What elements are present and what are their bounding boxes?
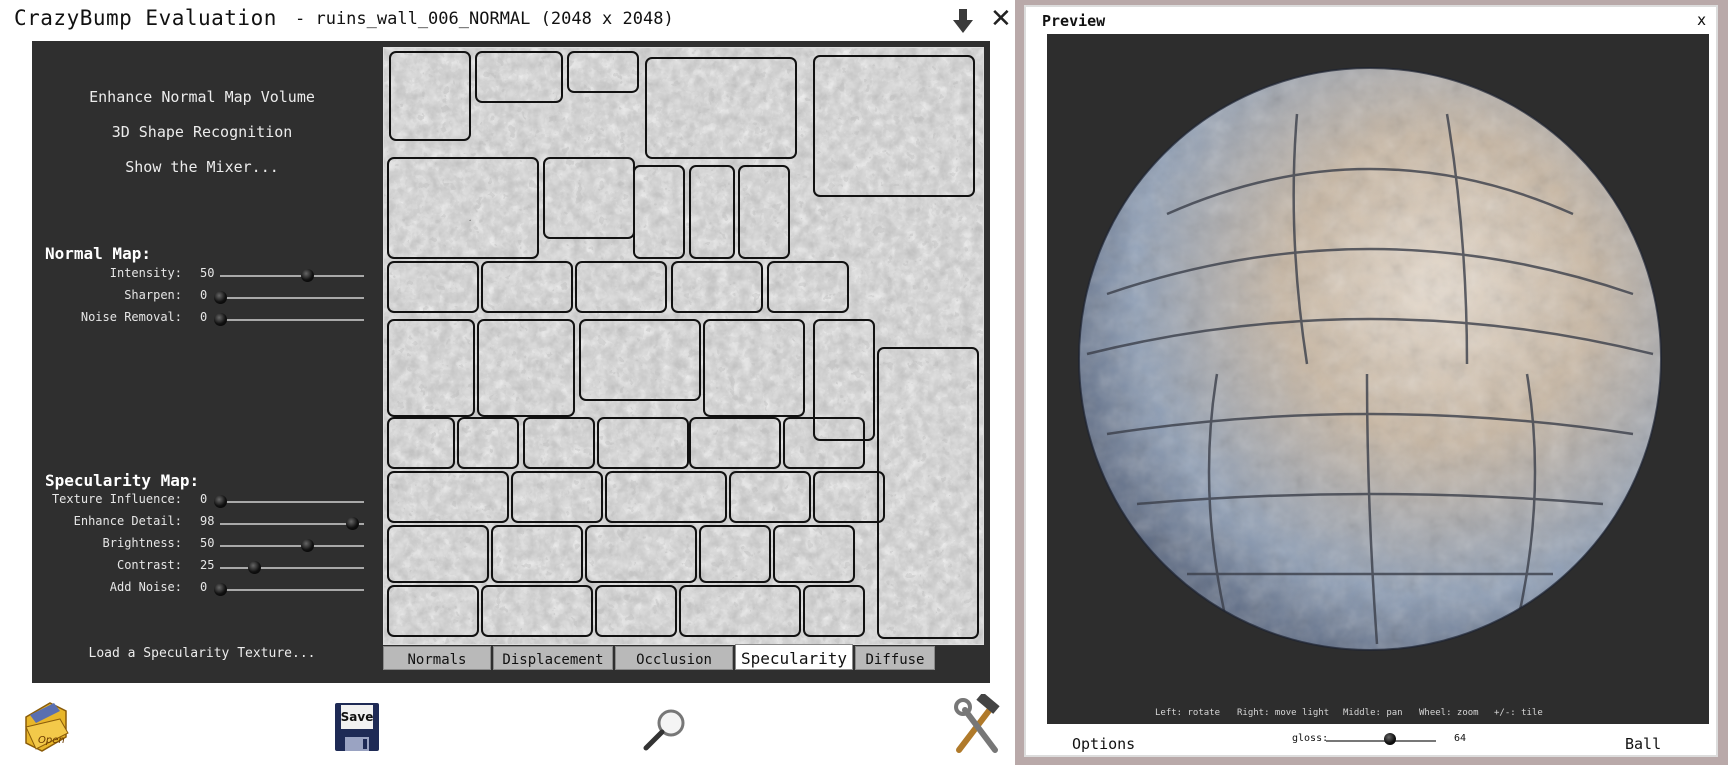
gloss-label: gloss:	[1292, 733, 1329, 744]
normal-map-slider-row[interactable]: Sharpen: 0	[32, 288, 372, 306]
slider-value: 25	[200, 558, 215, 572]
specularity-map-slider-row[interactable]: Contrast: 25	[32, 558, 372, 576]
preview-window: Preview x Left: rotate Right: move light…	[1015, 0, 1728, 765]
slider-track[interactable]	[220, 297, 364, 299]
slider-label: Texture Influence:	[51, 492, 182, 506]
download-arrow-icon[interactable]	[952, 8, 974, 34]
file-info: - ruins_wall_006_NORMAL (2048 x 2048)	[295, 9, 674, 29]
slider-value: 50	[200, 266, 215, 280]
gloss-slider-track[interactable]	[1326, 740, 1436, 742]
tools-hammer-wrench-icon[interactable]	[951, 694, 1003, 756]
slider-value: 98	[200, 514, 215, 528]
hint-text: Right: move light	[1237, 708, 1330, 718]
specularity-map-heading: Specularity Map:	[45, 471, 200, 490]
slider-knob[interactable]	[248, 561, 261, 574]
slider-value: 50	[200, 536, 215, 550]
slider-label: Brightness:	[102, 536, 182, 550]
save-label: Save	[341, 710, 374, 724]
gloss-value: 64	[1454, 733, 1467, 744]
slider-knob[interactable]	[345, 517, 359, 530]
open-folder-button[interactable]: Open	[20, 697, 72, 755]
slider-track[interactable]	[220, 567, 364, 569]
options-button[interactable]: Options	[1072, 735, 1135, 753]
slider-track[interactable]	[220, 589, 364, 591]
specularity-map-slider-row[interactable]: Add Noise: 0	[32, 580, 372, 598]
slider-track[interactable]	[220, 545, 364, 547]
tab-specularity[interactable]: Specularity	[735, 644, 853, 670]
specularity-map-slider-row[interactable]: Texture Influence: 0	[32, 492, 372, 510]
save-button[interactable]: Save	[333, 701, 381, 753]
show-mixer-link[interactable]: Show the Mixer...	[32, 158, 372, 176]
control-panel: Enhance Normal Map Volume 3D Shape Recog…	[32, 41, 990, 683]
map-tabs: Normals Displacement Occlusion Specularity D…	[383, 644, 983, 670]
magnifier-icon[interactable]	[640, 704, 692, 756]
tab-normals[interactable]: Normals	[383, 646, 491, 670]
preview-title: Preview	[1042, 12, 1106, 30]
slider-label: Contrast:	[116, 558, 182, 572]
app-title: CrazyBump Evaluation	[14, 6, 277, 30]
specularity-texture-image	[384, 48, 983, 644]
hint-text: +/-: tile	[1494, 708, 1543, 718]
specularity-map-slider-row[interactable]: Brightness: 50	[32, 536, 372, 554]
tab-displacement[interactable]: Displacement	[493, 646, 613, 670]
slider-track[interactable]	[220, 523, 364, 525]
hint-text: Middle: pan	[1343, 708, 1403, 718]
slider-label: Add Noise:	[109, 580, 182, 594]
normal-map-heading: Normal Map:	[45, 244, 151, 263]
ball-shape-button[interactable]: Ball	[1625, 735, 1661, 753]
close-icon[interactable]: ✕	[990, 4, 1012, 34]
enhance-normal-map-volume-link[interactable]: Enhance Normal Map Volume	[32, 88, 372, 106]
specularity-map-slider-row[interactable]: Enhance Detail: 98	[32, 514, 372, 532]
tab-diffuse[interactable]: Diffuse	[855, 646, 935, 670]
slider-knob[interactable]	[301, 269, 315, 282]
slider-knob[interactable]	[214, 495, 227, 508]
slider-knob[interactable]	[214, 583, 227, 596]
slider-label: Intensity:	[109, 266, 182, 280]
close-icon[interactable]: x	[1697, 11, 1706, 29]
slider-knob[interactable]	[214, 313, 227, 326]
open-label: Open	[38, 735, 65, 746]
normal-map-slider-row[interactable]: Intensity: 50	[32, 266, 372, 284]
3d-preview-viewport[interactable]: Left: rotate Right: move light Middle: pan…	[1047, 34, 1709, 724]
slider-track[interactable]	[220, 319, 364, 321]
normal-map-slider-row[interactable]: Noise Removal: 0	[32, 310, 372, 328]
slider-track[interactable]	[220, 275, 364, 277]
hint-text: Wheel: zoom	[1419, 708, 1479, 718]
texture-map-view[interactable]	[383, 47, 984, 645]
gloss-slider-knob[interactable]	[1383, 733, 1396, 745]
main-window: CrazyBump Evaluation - ruins_wall_006_NO…	[0, 0, 1015, 765]
slider-knob[interactable]	[214, 291, 227, 304]
hint-text: Left: rotate	[1155, 708, 1221, 718]
slider-track[interactable]	[220, 501, 364, 503]
controls-hints: Left: rotate Right: move light Middle: pan…	[1047, 708, 1709, 720]
preview-frame: Preview x Left: rotate Right: move light…	[1024, 5, 1718, 757]
slider-label: Sharpen:	[124, 288, 182, 302]
tab-occlusion[interactable]: Occlusion	[615, 646, 733, 670]
load-specularity-texture-link[interactable]: Load a Specularity Texture...	[32, 646, 372, 661]
3d-shape-recognition-link[interactable]: 3D Shape Recognition	[32, 123, 372, 141]
preview-sphere	[1078, 67, 1662, 651]
slider-label: Noise Removal:	[80, 310, 182, 324]
slider-knob[interactable]	[301, 539, 315, 552]
slider-label: Enhance Detail:	[73, 514, 182, 528]
